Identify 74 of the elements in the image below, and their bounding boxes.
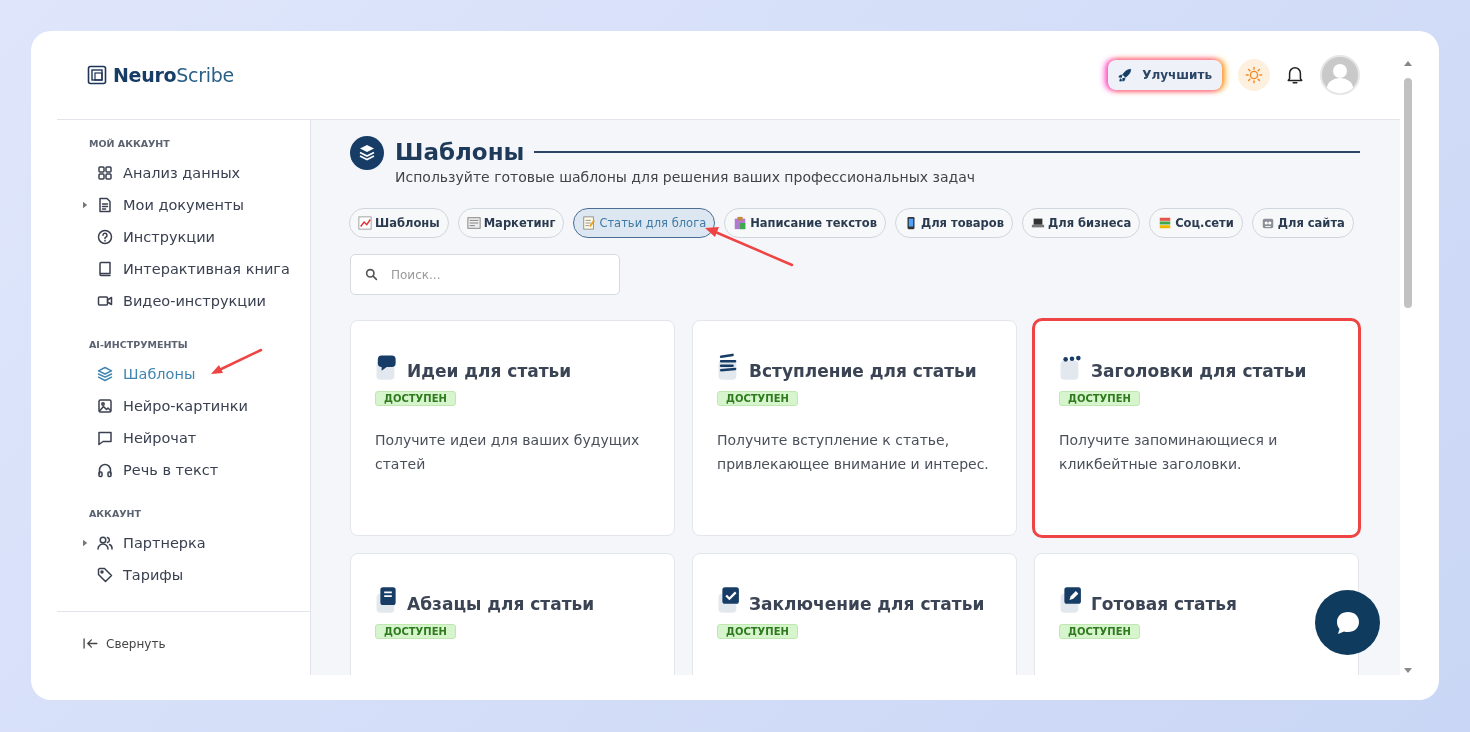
template-card[interactable]: Заключение для статьи ДОСТУПЕН — [692, 553, 1017, 675]
sidebar-item[interactable]: Инструкции — [97, 227, 215, 247]
book-icon — [97, 261, 113, 277]
page-title: Шаблоны — [395, 138, 525, 167]
card-title: Заголовки для статьи — [1091, 361, 1307, 381]
category-chip[interactable]: Для товаров — [894, 208, 1013, 238]
headphones-icon — [97, 462, 113, 478]
template-card[interactable]: Абзацы для статьи ДОСТУПЕН — [350, 553, 675, 675]
collapse-icon — [83, 638, 98, 649]
status-badge: ДОСТУПЕН — [717, 624, 798, 639]
sidebar-item[interactable]: Речь в текст — [97, 460, 219, 480]
books-icon — [1158, 216, 1173, 230]
card-title: Готовая статья — [1091, 594, 1238, 614]
clipboard-icon — [733, 216, 748, 230]
sidebar-item[interactable]: Мои документы — [97, 195, 244, 215]
category-chip[interactable]: Шаблоны — [349, 208, 449, 238]
help-icon — [97, 229, 113, 245]
robot-icon — [1260, 216, 1275, 230]
speech-bubble-icon — [97, 430, 113, 446]
status-badge: ДОСТУПЕН — [375, 624, 456, 639]
notification-bell-icon[interactable] — [1286, 65, 1304, 85]
sidebar-item[interactable]: Нейро-картинки — [97, 396, 248, 416]
collapse-button[interactable]: Свернуть — [81, 634, 168, 653]
memo-icon — [582, 216, 597, 230]
layers-icon — [97, 366, 113, 382]
status-badge: ДОСТУПЕН — [1059, 624, 1140, 639]
category-chip[interactable]: Написание текстов — [724, 208, 886, 238]
category-chip[interactable]: Статьи для блога — [573, 208, 716, 238]
template-card[interactable]: Идеи для статьи ДОСТУПЕН Получите идеи для ваших будущих статей — [350, 320, 675, 536]
sidebar-item[interactable]: Тарифы — [97, 565, 184, 585]
section-heading: AI-ИНСТРУМЕНТЫ — [89, 339, 189, 350]
card-title: Вступление для статьи — [749, 361, 977, 381]
logo-icon — [87, 65, 107, 85]
category-chip[interactable]: Маркетинг — [457, 208, 565, 238]
section-heading: АККАУНТ — [89, 508, 142, 519]
status-badge: ДОСТУПЕН — [717, 391, 798, 406]
card-title: Заключение для статьи — [749, 594, 985, 614]
template-card[interactable]: Вступление для статьи ДОСТУПЕН Получите вступление к статье, привлекающее внимание и интерес. — [692, 320, 1017, 536]
card-title: Абзацы для статьи — [407, 594, 595, 614]
users-icon — [97, 535, 113, 551]
card-title: Идеи для статьи — [407, 361, 572, 381]
template-card[interactable]: Готовая статья ДОСТУПЕН — [1034, 553, 1359, 675]
section-heading: МОЙ АККАУНТ — [89, 138, 171, 149]
upgrade-button[interactable]: Улучшить — [1108, 60, 1222, 90]
image-icon — [97, 398, 113, 414]
newspaper-icon — [466, 216, 481, 230]
category-chip[interactable]: Соц.сети — [1149, 208, 1243, 238]
sidebar-item[interactable]: Интерактивная книга — [97, 259, 290, 279]
theme-toggle-button[interactable] — [1238, 59, 1270, 91]
sidebar-item[interactable]: Нейрочат — [97, 428, 197, 448]
status-badge: ДОСТУПЕН — [375, 391, 456, 406]
sun-icon — [1245, 66, 1263, 84]
template-card[interactable]: Заголовки для статьи ДОСТУПЕН Получите запоминающиеся и кликбейтные заголовки. — [1034, 320, 1359, 536]
card-description: Получите идеи для ваших будущих статей — [375, 431, 641, 474]
grid-icon — [97, 165, 113, 181]
category-chip[interactable]: Для сайта — [1251, 208, 1354, 238]
search-field[interactable]: Поиск... — [350, 254, 620, 295]
layers-icon — [350, 136, 384, 170]
video-camera-icon — [97, 293, 113, 309]
document-icon — [97, 197, 113, 213]
status-badge: ДОСТУПЕН — [1059, 391, 1140, 406]
brand-name: NeuroScribe — [113, 64, 234, 86]
sidebar-item[interactable]: Партнерка — [97, 533, 206, 553]
page-subtitle: Используйте готовые шаблоны для решения ваших профессиональных задач — [395, 169, 977, 185]
card-description: Получите вступление к статье, привлекающее внимание и интерес. — [717, 431, 990, 474]
tag-icon — [97, 567, 113, 583]
sidebar-item[interactable]: Шаблоны — [97, 364, 196, 384]
laptop-icon — [1031, 216, 1045, 230]
rocket-icon — [1118, 68, 1133, 82]
sidebar-item[interactable]: Анализ данных — [97, 163, 241, 183]
category-chip[interactable]: Для бизнеса — [1022, 208, 1141, 238]
card-description: Получите запоминающиеся и кликбейтные заголовки. — [1059, 431, 1279, 474]
chart-icon — [358, 216, 372, 230]
sidebar-item[interactable]: Видео-инструкции — [97, 291, 266, 311]
